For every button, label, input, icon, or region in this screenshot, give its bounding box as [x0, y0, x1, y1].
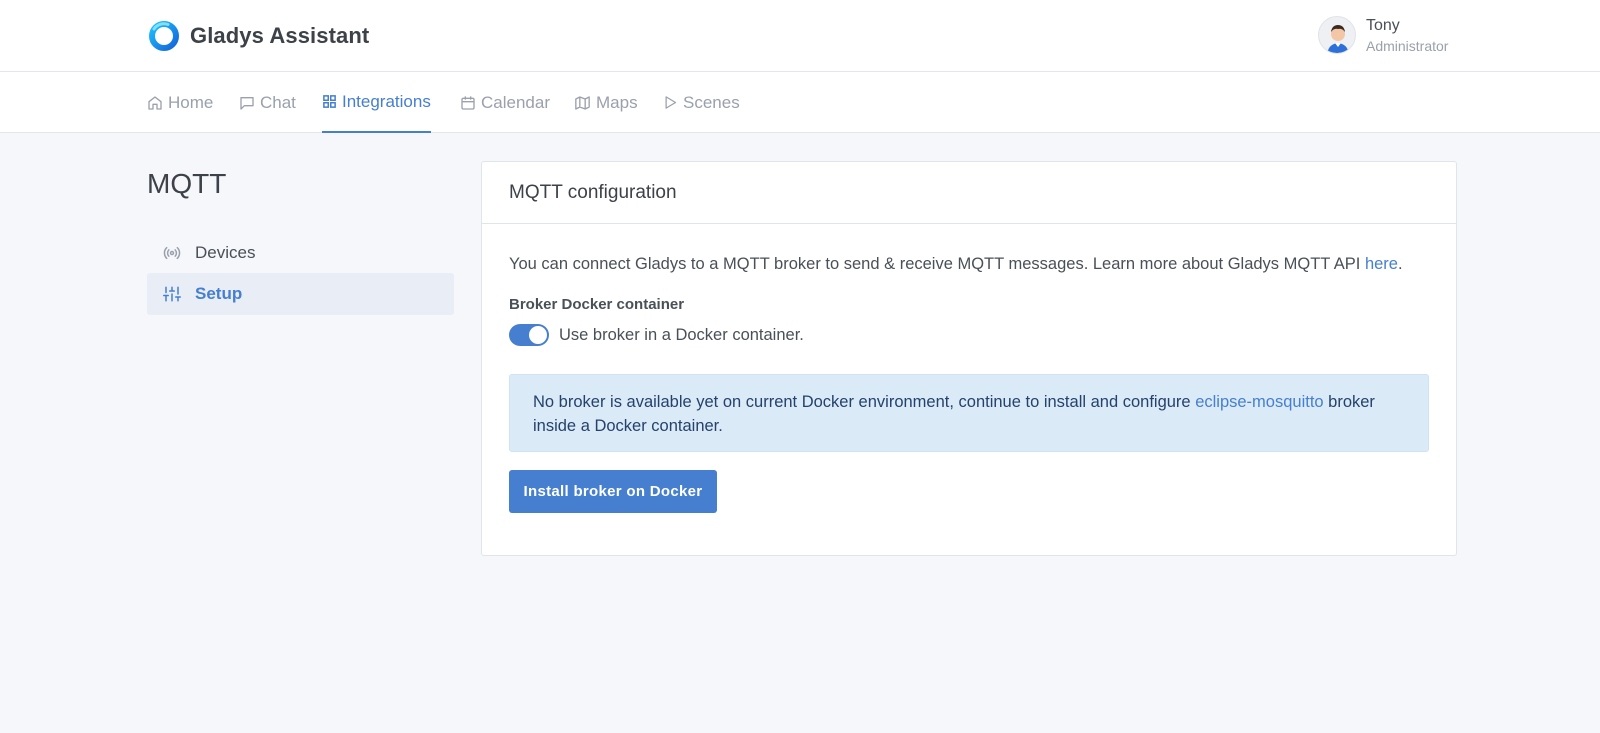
docker-toggle-label: Use broker in a Docker container. [559, 325, 804, 344]
user-name: Tony [1366, 16, 1400, 34]
nav-integrations[interactable]: Integrations [322, 72, 431, 133]
brand[interactable]: Gladys Assistant [148, 20, 369, 52]
brand-name: Gladys Assistant [190, 23, 370, 48]
home-icon [148, 95, 162, 110]
intro-end: . [1397, 255, 1403, 273]
top-header: Gladys Assistant Tony Administrator [0, 0, 1600, 72]
mqtt-config-card: MQTT configuration You can connect Glady… [481, 161, 1457, 556]
grid-icon [323, 95, 336, 108]
nav-chat[interactable]: Chat [239, 72, 296, 133]
sidebar-item-label: Setup [195, 284, 243, 303]
avatar [1318, 16, 1356, 54]
nav-chat-label: Chat [260, 92, 296, 112]
install-broker-button[interactable]: Install broker on Docker [509, 470, 717, 513]
nav-scenes[interactable]: Scenes [663, 72, 740, 133]
card-title: MQTT configuration [482, 162, 1456, 224]
nav-scenes-label: Scenes [683, 92, 740, 112]
sidebar-item-label: Devices [195, 243, 256, 262]
calendar-icon [461, 95, 475, 110]
docs-link[interactable]: here [1365, 255, 1398, 273]
sidebar-item-devices[interactable]: Devices [147, 232, 454, 274]
nav-calendar[interactable]: Calendar [460, 72, 550, 133]
user-menu[interactable]: Tony Administrator [1318, 16, 1448, 54]
intro-body: You can connect Gladys to a MQTT broker … [509, 255, 1365, 273]
nav-calendar-label: Calendar [481, 92, 550, 112]
nav-home[interactable]: Home [147, 72, 213, 133]
eclipse-mosquitto-link[interactable]: eclipse-mosquitto [1195, 393, 1323, 411]
docker-container-label: Broker Docker container [509, 296, 685, 313]
nav-maps-label: Maps [596, 92, 638, 112]
gladys-logo-icon [148, 20, 180, 52]
user-role: Administrator [1366, 37, 1449, 54]
toggle-knob [529, 326, 547, 344]
nav-integrations-label: Integrations [342, 91, 431, 111]
sidebar-item-setup[interactable]: Setup [147, 273, 454, 315]
intro-text: You can connect Gladys to a MQTT broker … [509, 255, 1403, 274]
alert-text: No broker is available yet on current Do… [533, 393, 1196, 411]
radio-icon [163, 246, 181, 260]
nav-maps[interactable]: Maps [574, 72, 638, 133]
nav-home-label: Home [168, 92, 214, 112]
chat-icon [240, 96, 254, 110]
docker-toggle[interactable] [509, 324, 549, 346]
page-title: MQTT [147, 168, 227, 199]
main-nav: Home Chat Integrations Calendar Maps Sce… [0, 72, 1600, 133]
docker-toggle-row[interactable]: Use broker in a Docker container. [509, 324, 804, 346]
info-alert: No broker is available yet on current Do… [509, 374, 1429, 452]
play-icon [665, 96, 677, 109]
map-icon [575, 95, 590, 110]
sliders-icon [163, 286, 181, 302]
